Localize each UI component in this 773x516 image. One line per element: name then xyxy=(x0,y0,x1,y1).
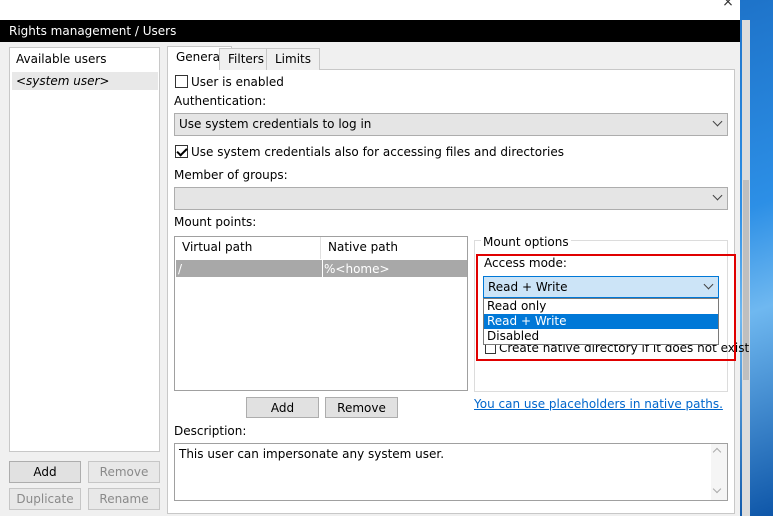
column-virtual-path[interactable]: Virtual path xyxy=(182,240,252,254)
user-enabled-label: User is enabled xyxy=(191,75,284,89)
description-label: Description: xyxy=(174,424,247,438)
column-divider[interactable] xyxy=(320,237,321,259)
mount-virtual-path-cell: / xyxy=(178,262,183,276)
remove-user-button[interactable]: Remove xyxy=(88,461,160,483)
authentication-label: Authentication: xyxy=(174,94,267,108)
tab-limits[interactable]: Limits xyxy=(266,48,320,70)
list-item[interactable]: <system user> xyxy=(12,72,158,90)
authentication-value: Use system credentials to log in xyxy=(179,117,372,131)
duplicate-user-button[interactable]: Duplicate xyxy=(9,488,81,510)
users-list xyxy=(9,47,160,452)
users-list-header: Available users xyxy=(16,52,107,66)
mount-native-path-cell: %<home> xyxy=(324,262,390,276)
authentication-select[interactable]: Use system credentials to log in xyxy=(174,113,728,136)
top-strip xyxy=(0,0,773,20)
member-groups-label: Member of groups: xyxy=(174,168,288,182)
user-enabled-checkbox[interactable] xyxy=(175,75,188,88)
use-system-credentials-checkbox[interactable] xyxy=(175,145,188,158)
chevron-down-icon xyxy=(712,116,723,127)
member-groups-select[interactable] xyxy=(174,187,728,210)
placeholders-link[interactable]: You can use placeholders in native paths… xyxy=(474,397,723,411)
highlight-frame xyxy=(476,254,736,361)
window-title: Rights management / Users xyxy=(9,24,177,38)
row-cell-divider xyxy=(322,260,323,277)
chevron-down-icon xyxy=(712,190,723,201)
column-native-path[interactable]: Native path xyxy=(328,240,398,254)
mount-options-title: Mount options xyxy=(481,235,571,249)
remove-mount-button[interactable]: Remove xyxy=(325,397,398,418)
tab-filters[interactable]: Filters xyxy=(219,48,273,70)
rename-user-button[interactable]: Rename xyxy=(88,488,160,510)
description-textarea[interactable]: This user can impersonate any system use… xyxy=(174,443,728,501)
add-mount-button[interactable]: Add xyxy=(246,397,319,418)
mount-points-label: Mount points: xyxy=(174,215,257,229)
description-value: This user can impersonate any system use… xyxy=(179,447,445,461)
use-system-credentials-label: Use system credentials also for accessin… xyxy=(191,145,564,159)
add-user-button[interactable]: Add xyxy=(9,461,81,483)
close-icon[interactable]: × xyxy=(718,0,738,10)
